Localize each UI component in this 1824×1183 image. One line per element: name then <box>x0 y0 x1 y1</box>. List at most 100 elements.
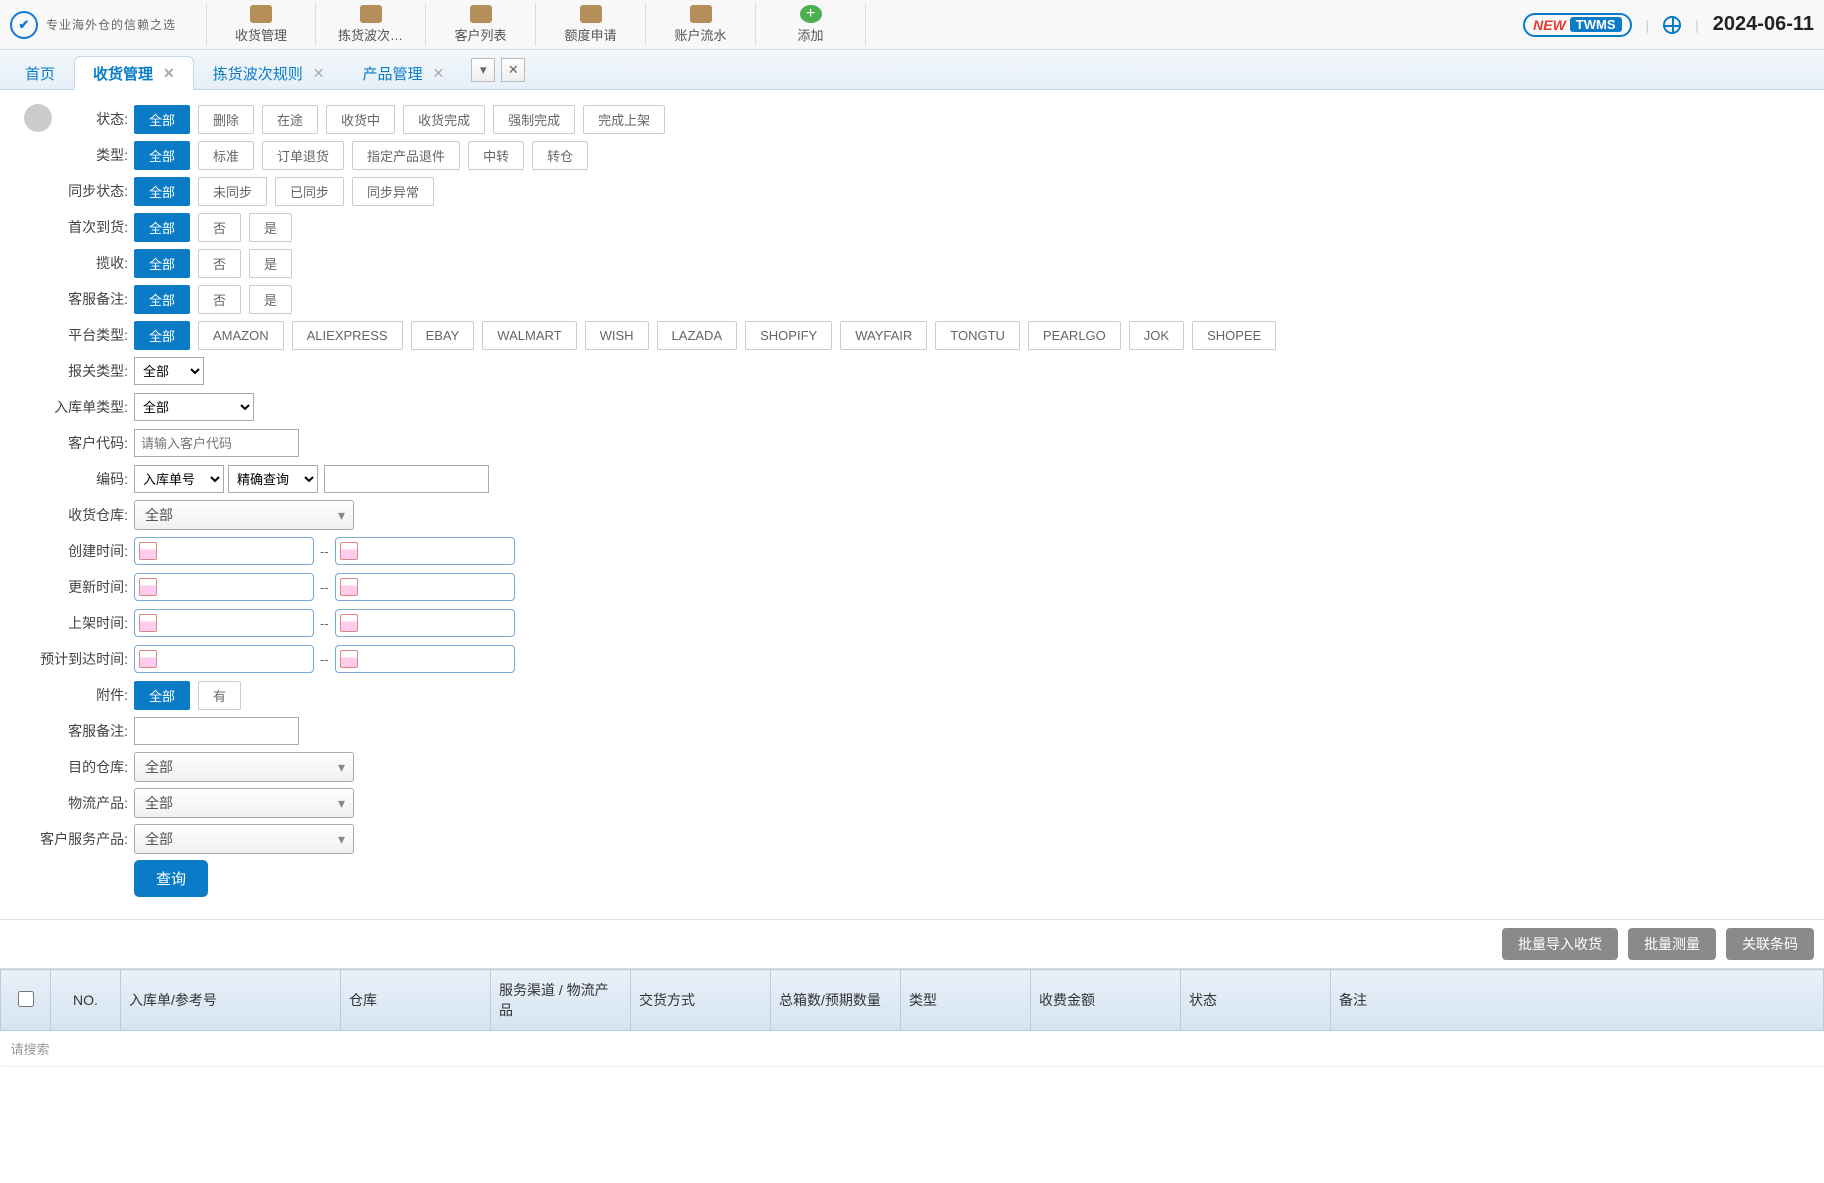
chip-csremark-no[interactable]: 否 <box>198 285 241 314</box>
inbound-type-select[interactable]: 全部 <box>134 393 254 421</box>
bulk-measure-button[interactable]: 批量测量 <box>1628 928 1716 960</box>
box-icon <box>580 5 602 23</box>
chip-platform-walmart[interactable]: WALMART <box>482 321 576 350</box>
chip-platform-shopify[interactable]: SHOPIFY <box>745 321 832 350</box>
code-match-select[interactable]: 精确查询 <box>228 465 318 493</box>
chip-status-shelved[interactable]: 完成上架 <box>583 105 665 134</box>
code-type-select[interactable]: 入库单号 <box>134 465 224 493</box>
chip-type-standard[interactable]: 标准 <box>198 141 254 170</box>
chip-platform-all[interactable]: 全部 <box>134 321 190 350</box>
chip-platform-lazada[interactable]: LAZADA <box>657 321 738 350</box>
gear-icon[interactable] <box>24 104 52 132</box>
chip-csremark-yes[interactable]: 是 <box>249 285 292 314</box>
customs-type-select[interactable]: 全部 <box>134 357 204 385</box>
update-time-to[interactable] <box>335 573 515 601</box>
table-search-placeholder[interactable]: 请搜索 <box>1 1031 1824 1067</box>
col-status: 状态 <box>1181 970 1331 1031</box>
tab-receiving[interactable]: 收货管理✕ <box>74 56 194 90</box>
chip-collect-yes[interactable]: 是 <box>249 249 292 278</box>
chip-firstarrival-yes[interactable]: 是 <box>249 213 292 242</box>
create-time-from[interactable] <box>134 537 314 565</box>
chip-type-return[interactable]: 订单退货 <box>262 141 344 170</box>
topnav-picking[interactable]: 拣货波次… <box>316 3 426 46</box>
chip-firstarrival-all[interactable]: 全部 <box>134 213 190 242</box>
close-icon[interactable]: ✕ <box>313 65 325 82</box>
close-icon[interactable]: ✕ <box>433 65 445 82</box>
topnav-quota[interactable]: 额度申请 <box>536 3 646 46</box>
select-all-checkbox[interactable] <box>18 991 34 1007</box>
new-twms-badge[interactable]: NEW TWMS <box>1523 13 1631 37</box>
box-icon <box>690 5 712 23</box>
type-chips: 全部 标准 订单退货 指定产品退件 中转 转仓 <box>134 141 588 170</box>
topnav-receiving[interactable]: 收货管理 <box>206 3 316 46</box>
chip-sync-yes[interactable]: 已同步 <box>275 177 344 206</box>
chip-status-deleted[interactable]: 删除 <box>198 105 254 134</box>
client-service-product-combo[interactable]: 全部 <box>134 824 354 854</box>
chip-attachment-all[interactable]: 全部 <box>134 681 190 710</box>
create-time-to[interactable] <box>335 537 515 565</box>
chip-firstarrival-no[interactable]: 否 <box>198 213 241 242</box>
csremark-input[interactable] <box>134 717 299 745</box>
chip-platform-aliexpress[interactable]: ALIEXPRESS <box>292 321 403 350</box>
chip-status-intransit[interactable]: 在途 <box>262 105 318 134</box>
globe-icon[interactable] <box>1663 16 1681 34</box>
chip-platform-tongtu[interactable]: TONGTU <box>935 321 1020 350</box>
chip-platform-shopee[interactable]: SHOPEE <box>1192 321 1276 350</box>
link-barcode-button[interactable]: 关联条码 <box>1726 928 1814 960</box>
code-input[interactable] <box>324 465 489 493</box>
chip-collect-all[interactable]: 全部 <box>134 249 190 278</box>
search-button[interactable]: 查询 <box>134 860 208 897</box>
csremark-flag-label: 客服备注: <box>24 289 134 309</box>
close-icon[interactable]: ✕ <box>163 65 175 82</box>
tab-dropdown-button[interactable]: ▾ <box>471 58 495 82</box>
chip-sync-error[interactable]: 同步异常 <box>352 177 434 206</box>
chip-sync-all[interactable]: 全部 <box>134 177 190 206</box>
chip-sync-no[interactable]: 未同步 <box>198 177 267 206</box>
chip-type-transfer[interactable]: 转仓 <box>532 141 588 170</box>
tab-picking-rules[interactable]: 拣货波次规则✕ <box>194 56 344 90</box>
chip-type-product-return[interactable]: 指定产品退件 <box>352 141 460 170</box>
chip-type-all[interactable]: 全部 <box>134 141 190 170</box>
chip-platform-jok[interactable]: JOK <box>1129 321 1184 350</box>
box-icon <box>250 5 272 23</box>
chip-type-transit[interactable]: 中转 <box>468 141 524 170</box>
topnav-account[interactable]: 账户流水 <box>646 3 756 46</box>
recv-wh-combo[interactable]: 全部 <box>134 500 354 530</box>
tab-close-all-button[interactable]: ✕ <box>501 58 525 82</box>
eta-time-to[interactable] <box>335 645 515 673</box>
dest-wh-combo[interactable]: 全部 <box>134 752 354 782</box>
tab-product[interactable]: 产品管理✕ <box>344 56 464 90</box>
tab-home[interactable]: 首页 <box>6 56 74 90</box>
col-type: 类型 <box>901 970 1031 1031</box>
chip-status-receiving[interactable]: 收货中 <box>326 105 395 134</box>
chip-csremark-all[interactable]: 全部 <box>134 285 190 314</box>
col-delivery: 交货方式 <box>631 970 771 1031</box>
chip-status-all[interactable]: 全部 <box>134 105 190 134</box>
client-code-input[interactable] <box>134 429 299 457</box>
chip-platform-wish[interactable]: WISH <box>585 321 649 350</box>
box-icon <box>360 5 382 23</box>
update-time-from[interactable] <box>134 573 314 601</box>
chip-status-forced[interactable]: 强制完成 <box>493 105 575 134</box>
eta-time-from[interactable] <box>134 645 314 673</box>
collect-label: 揽收: <box>24 253 134 273</box>
shelf-time-label: 上架时间: <box>24 613 134 633</box>
chip-attachment-has[interactable]: 有 <box>198 681 241 710</box>
bulk-import-button[interactable]: 批量导入收货 <box>1502 928 1618 960</box>
chip-platform-wayfair[interactable]: WAYFAIR <box>840 321 927 350</box>
chip-platform-ebay[interactable]: EBAY <box>411 321 475 350</box>
csremark-label: 客服备注: <box>24 721 134 741</box>
shelf-time-from[interactable] <box>134 609 314 637</box>
chip-status-received[interactable]: 收货完成 <box>403 105 485 134</box>
chip-platform-amazon[interactable]: AMAZON <box>198 321 284 350</box>
chip-collect-no[interactable]: 否 <box>198 249 241 278</box>
calendar-icon <box>139 650 157 668</box>
shelf-time-to[interactable] <box>335 609 515 637</box>
table-search-row: 请搜索 <box>1 1031 1824 1067</box>
logistics-product-combo[interactable]: 全部 <box>134 788 354 818</box>
chip-platform-pearlgo[interactable]: PEARLGO <box>1028 321 1121 350</box>
topnav-clients[interactable]: 客户列表 <box>426 3 536 46</box>
topnav-add[interactable]: +添加 <box>756 3 866 46</box>
attachment-label: 附件: <box>24 685 134 705</box>
calendar-icon <box>139 614 157 632</box>
